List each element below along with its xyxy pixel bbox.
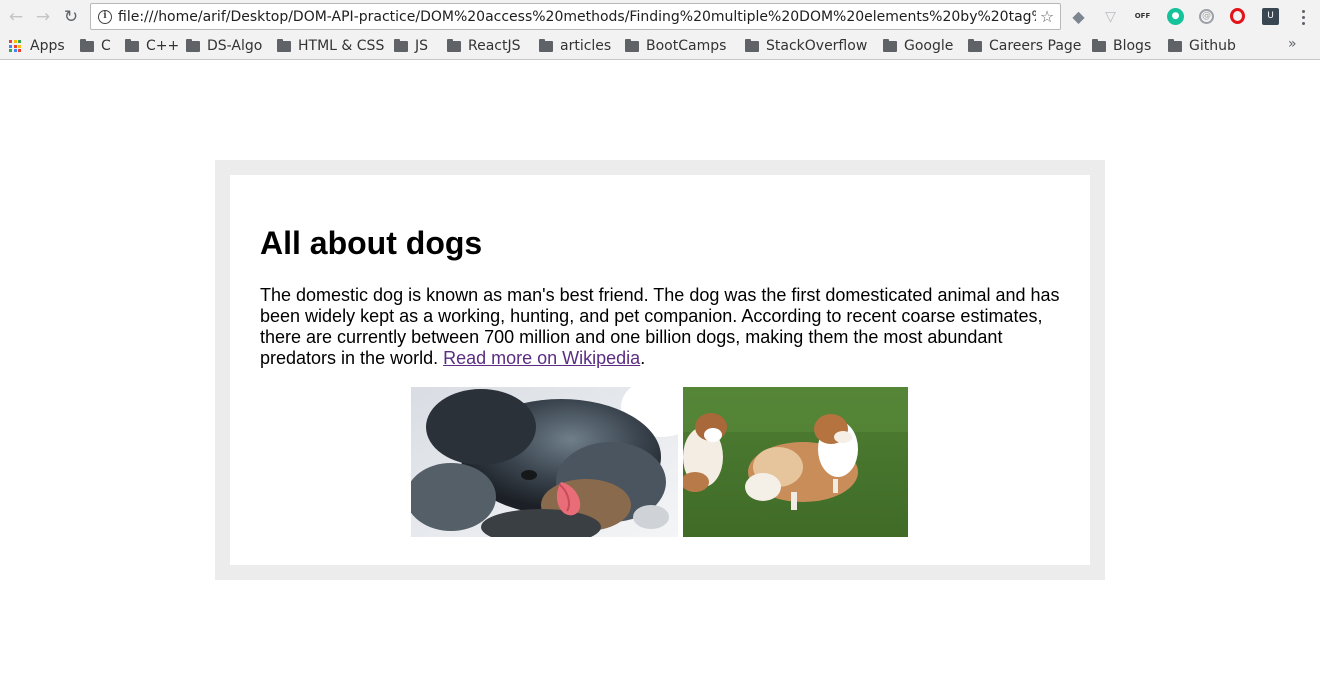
bookmark-label: Github (1189, 38, 1236, 54)
description-text: The domestic dog is known as man's best … (260, 285, 1060, 368)
folder-icon (745, 38, 759, 52)
info-icon[interactable]: i (98, 9, 112, 24)
bookmark-folder-careers-page[interactable]: Careers Page (968, 37, 1081, 55)
opera-extension-icon[interactable] (1230, 8, 1245, 24)
folder-icon (625, 38, 639, 52)
bookmark-folder-blogs[interactable]: Blogs (1092, 37, 1151, 55)
article-card: All about dogs The domestic dog is known… (230, 175, 1090, 565)
bookmark-apps[interactable]: Apps (9, 37, 65, 55)
sleeping-puppy-photo (411, 387, 678, 537)
bookmark-folder-github[interactable]: Github (1168, 37, 1236, 55)
bookmark-label: Careers Page (989, 38, 1082, 54)
at-extension-icon[interactable]: @ (1199, 9, 1214, 24)
folder-icon (539, 38, 553, 52)
bookmark-folder-articles[interactable]: articles (539, 37, 611, 55)
running-collies-photo (683, 387, 908, 537)
bookmark-star-icon[interactable]: ☆ (1036, 7, 1058, 26)
bookmark-folder-google[interactable]: Google (883, 37, 953, 55)
extension-off-label: OFF (1134, 12, 1151, 20)
bookmark-folder-reactjs[interactable]: ReactJS (447, 37, 521, 55)
forward-icon[interactable]: → (32, 6, 54, 28)
bookmark-label: Google (904, 38, 954, 54)
page-title: All about dogs (260, 225, 483, 261)
folder-icon (968, 38, 982, 52)
bookmark-label: C (101, 38, 111, 54)
address-bar[interactable]: i file:///home/arif/Desktop/DOM-API-prac… (90, 3, 1061, 30)
layers-extension-icon[interactable]: ◆ (1070, 8, 1087, 25)
url-text[interactable]: file:///home/arif/Desktop/DOM-API-practi… (118, 9, 1036, 25)
pocket-extension-icon[interactable]: ▽ (1102, 8, 1119, 25)
content-frame: All about dogs The domestic dog is known… (215, 160, 1105, 580)
apps-icon (9, 40, 21, 52)
bookmark-label: BootCamps (646, 38, 727, 54)
bookmark-label: Apps (30, 38, 65, 54)
folder-icon (186, 38, 200, 52)
folder-icon (277, 38, 291, 52)
description-period: . (640, 348, 646, 368)
bookmark-folder-ds-algo[interactable]: DS-Algo (186, 37, 262, 55)
description-paragraph: The domestic dog is known as man's best … (260, 285, 1060, 369)
reload-icon[interactable]: ↻ (60, 6, 82, 28)
folder-icon (1092, 38, 1106, 52)
bookmark-folder-cpp[interactable]: C++ (125, 37, 179, 55)
browser-toolbar: ← → ↻ i file:///home/arif/Desktop/DOM-AP… (0, 0, 1320, 33)
bookmark-label: HTML & CSS (298, 38, 385, 54)
grammarly-extension-icon[interactable]: ● (1167, 8, 1184, 25)
bookmark-folder-bootcamps[interactable]: BootCamps (625, 37, 726, 55)
bookmark-folder-js[interactable]: JS (394, 37, 428, 55)
adblock-off-extension-icon[interactable]: OFF (1134, 8, 1151, 25)
more-bookmarks-chevron-icon[interactable]: » (1288, 36, 1297, 52)
folder-icon (883, 38, 897, 52)
folder-icon (447, 38, 461, 52)
bookmark-label: JS (415, 38, 429, 54)
back-icon[interactable]: ← (5, 6, 27, 28)
folder-icon (125, 38, 139, 52)
folder-icon (80, 38, 94, 52)
bookmark-folder-html-css[interactable]: HTML & CSS (277, 37, 384, 55)
wikipedia-link[interactable]: Read more on Wikipedia (443, 348, 640, 368)
dark-extension-icon[interactable]: U (1262, 8, 1279, 25)
bookmark-label: articles (560, 38, 612, 54)
folder-icon (394, 38, 408, 52)
bookmark-folder-stackoverflow[interactable]: StackOverflow (745, 37, 867, 55)
bookmark-label: StackOverflow (766, 38, 868, 54)
bookmark-label: DS-Algo (207, 38, 263, 54)
bookmark-folder-c[interactable]: C (80, 37, 111, 55)
bookmark-label: ReactJS (468, 38, 521, 54)
folder-icon (1168, 38, 1182, 52)
dog-images (411, 387, 908, 537)
bookmarks-bar: Apps C C++ DS-Algo HTML & CSS JS ReactJS… (0, 33, 1320, 60)
bookmark-label: C++ (146, 38, 180, 54)
bookmark-label: Blogs (1113, 38, 1152, 54)
browser-menu-icon[interactable] (1296, 7, 1310, 27)
